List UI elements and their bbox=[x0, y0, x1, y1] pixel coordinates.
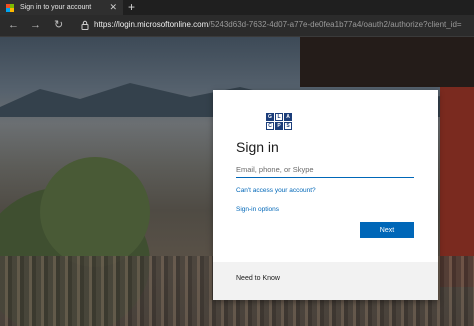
new-tab-button[interactable]: + bbox=[128, 0, 135, 14]
url-host: https://login.microsoftonline.com bbox=[94, 20, 209, 29]
refresh-button[interactable]: ↻ bbox=[54, 18, 63, 32]
cant-access-account-link[interactable]: Can't access your account? bbox=[236, 187, 316, 194]
close-tab-icon[interactable]: ✕ bbox=[109, 2, 117, 12]
need-to-know-text: Need to Know bbox=[236, 275, 280, 282]
tree bbox=[40, 157, 150, 267]
lock-icon bbox=[81, 20, 89, 30]
url-field[interactable]: https://login.microsoftonline.com/5243d6… bbox=[94, 19, 474, 31]
logo-letter: G bbox=[266, 113, 274, 121]
browser-tab[interactable]: Sign in to your account ✕ bbox=[0, 0, 123, 15]
url-path: /5243d63d-7632-4d07-a77e-de0fea1b77a4/oa… bbox=[208, 20, 462, 29]
address-bar: ← → ↻ https://login.microsoftonline.com/… bbox=[0, 15, 474, 37]
logo-letter: L bbox=[275, 113, 283, 121]
back-button[interactable]: ← bbox=[8, 18, 19, 32]
signin-card-body: G L A C P S Sign in Can't access your ac… bbox=[213, 90, 438, 262]
card-footer: Need to Know bbox=[213, 262, 438, 300]
logo-letter: P bbox=[275, 122, 283, 130]
tab-title: Sign in to your account bbox=[20, 4, 92, 11]
tab-bar: Sign in to your account ✕ + bbox=[0, 0, 474, 15]
logo-letter: A bbox=[284, 113, 292, 121]
organization-logo-icon: G L A C P S bbox=[266, 113, 292, 130]
signin-options-link[interactable]: Sign-in options bbox=[236, 206, 279, 213]
signin-card: G L A C P S Sign in Can't access your ac… bbox=[213, 90, 438, 300]
email-field[interactable] bbox=[236, 162, 414, 178]
temple-roof bbox=[300, 37, 474, 87]
microsoft-logo-icon bbox=[6, 3, 14, 12]
logo-letter: C bbox=[266, 122, 274, 130]
page-title: Sign in bbox=[236, 139, 279, 155]
forward-button[interactable]: → bbox=[30, 18, 41, 32]
logo-letter: S bbox=[284, 122, 292, 130]
next-button[interactable]: Next bbox=[360, 222, 414, 238]
